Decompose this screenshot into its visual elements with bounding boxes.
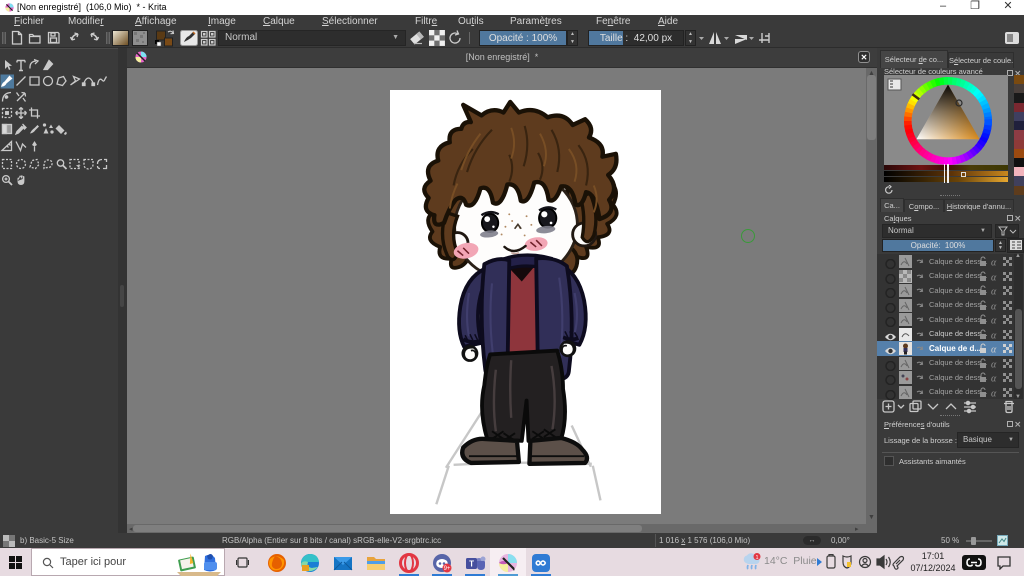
svg-text:α: α	[991, 301, 997, 311]
svg-text:α: α	[991, 258, 997, 268]
svg-text:1: 1	[755, 555, 758, 561]
svg-text:α: α	[991, 359, 997, 369]
svg-text:α: α	[991, 330, 997, 340]
svg-text:α: α	[991, 345, 997, 355]
svg-text:α: α	[991, 316, 997, 326]
svg-text:α: α	[991, 374, 997, 384]
svg-text:α: α	[991, 388, 997, 398]
svg-text:T: T	[469, 560, 474, 569]
svg-text:α: α	[991, 272, 997, 282]
svg-text:α: α	[991, 287, 997, 297]
svg-text:9+: 9+	[444, 566, 451, 572]
